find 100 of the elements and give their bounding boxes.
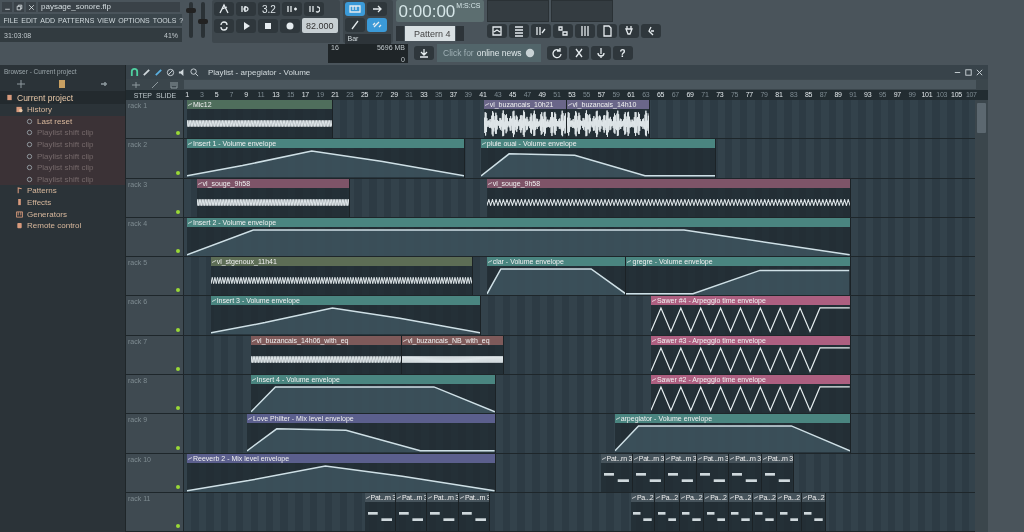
browser-item[interactable]: Current project (0, 91, 125, 104)
refresh-icon[interactable] (546, 46, 567, 60)
mixer-icon[interactable] (574, 24, 595, 38)
zoom-icon[interactable] (190, 67, 199, 77)
arrow-right-icon[interactable] (366, 2, 387, 16)
pattern-selector[interactable]: Pattern 4 (404, 26, 455, 41)
clip-icon (247, 416, 252, 422)
close-icon[interactable] (975, 67, 984, 77)
close-icon[interactable] (26, 2, 36, 12)
horizontal-scrollbar[interactable] (184, 80, 976, 89)
track-enable-led[interactable] (176, 367, 180, 372)
browser-item[interactable]: Last reset (0, 115, 125, 128)
note-pattern-drawing (700, 472, 726, 482)
clip-icon (402, 337, 407, 343)
track-enable-led[interactable] (176, 327, 180, 332)
playlist-icon[interactable] (486, 24, 507, 38)
minimize-icon[interactable] (2, 2, 12, 12)
slider-thumb[interactable] (186, 8, 196, 14)
master-volume-slider[interactable] (189, 2, 193, 38)
browser-item[interactable]: Effects (0, 196, 125, 209)
pencil-icon[interactable] (344, 18, 365, 32)
folder-icon[interactable] (57, 79, 68, 89)
track-enable-led[interactable] (176, 288, 180, 293)
cut-icon[interactable] (568, 46, 589, 60)
clip-icon (651, 337, 656, 343)
record-icon[interactable] (280, 18, 300, 33)
note-pattern-drawing (399, 512, 424, 522)
browser-item[interactable]: Patterns (0, 185, 125, 197)
clip-icon (651, 298, 656, 304)
browser-item[interactable]: History (0, 104, 125, 116)
microphone-icon[interactable] (590, 46, 611, 60)
time-signature-button[interactable]: 3.2 (258, 2, 280, 16)
clip-icon (656, 494, 661, 500)
browser-item[interactable]: Remote control (0, 219, 125, 232)
clip-icon (187, 219, 192, 225)
clip-icon (627, 259, 632, 265)
clip-icon (601, 455, 606, 461)
globe-icon (524, 48, 535, 58)
download-icon[interactable] (414, 46, 434, 60)
note-pattern-drawing (430, 512, 455, 522)
track-enable-led[interactable] (176, 170, 180, 175)
track-enable-led[interactable] (176, 524, 180, 529)
clip-icon (778, 494, 783, 500)
loop-icon[interactable] (214, 18, 234, 33)
note-pattern-drawing (732, 472, 758, 482)
note-pattern-drawing (603, 472, 629, 482)
clip-icon (187, 455, 192, 461)
plus-icon[interactable] (15, 79, 26, 89)
clip-icon (428, 494, 433, 500)
clip-icon (481, 141, 486, 147)
track-enable-led[interactable] (176, 406, 180, 411)
note-pattern-drawing (764, 472, 790, 482)
clip-icon (631, 494, 636, 500)
tempo-field[interactable]: 82.000 (302, 18, 338, 33)
clip-icon (187, 102, 192, 107)
note-pattern-drawing (779, 512, 799, 522)
restore-icon[interactable] (14, 2, 24, 12)
mute-tool-icon[interactable] (166, 67, 175, 77)
vertical-scrollbar[interactable] (975, 100, 988, 532)
track-enable-led[interactable] (176, 209, 180, 214)
clip-icon (762, 455, 767, 461)
slider-thumb[interactable] (198, 19, 208, 25)
stop-icon[interactable] (258, 18, 278, 33)
clip-icon (729, 494, 734, 500)
brush-icon[interactable] (154, 67, 163, 77)
clip-icon (459, 494, 464, 500)
note-pattern-drawing (682, 512, 701, 522)
note-pattern-drawing (755, 512, 775, 522)
document-icon[interactable] (596, 24, 617, 38)
link-icon[interactable] (366, 18, 387, 32)
note-pattern-drawing (804, 512, 823, 522)
track-enable-led[interactable] (176, 445, 180, 450)
browser-icon[interactable] (552, 24, 573, 38)
master-pitch-slider[interactable] (201, 2, 205, 38)
note-pattern-drawing (367, 512, 392, 522)
metronome-icon[interactable] (214, 2, 234, 16)
track-enable-led[interactable] (176, 484, 180, 489)
note-pattern-drawing (706, 512, 726, 522)
note-pattern-drawing (730, 512, 750, 522)
play-icon[interactable] (236, 18, 256, 33)
history-icon (16, 106, 23, 114)
clip-icon (698, 455, 703, 461)
browser-item[interactable]: Generators (0, 208, 125, 220)
help-button[interactable]: ? (612, 46, 633, 60)
folder-icon (6, 94, 13, 101)
clip-icon (365, 494, 370, 500)
online-news-button[interactable]: Click for online news (437, 44, 541, 62)
maximize-icon[interactable] (964, 67, 973, 77)
clip-icon (665, 455, 670, 461)
clip-icon (484, 102, 489, 107)
clip-icon (211, 298, 216, 304)
output-monitor (550, 0, 613, 22)
magnet-icon[interactable] (130, 67, 139, 77)
clip-icon (633, 455, 638, 461)
window-title: paysage_sonore.flp (38, 2, 180, 12)
track-enable-led[interactable] (176, 249, 180, 254)
plugin-icon[interactable] (618, 24, 639, 38)
clip-icon (730, 455, 735, 461)
clip-icon (397, 494, 401, 500)
track-enable-led[interactable] (176, 131, 180, 136)
